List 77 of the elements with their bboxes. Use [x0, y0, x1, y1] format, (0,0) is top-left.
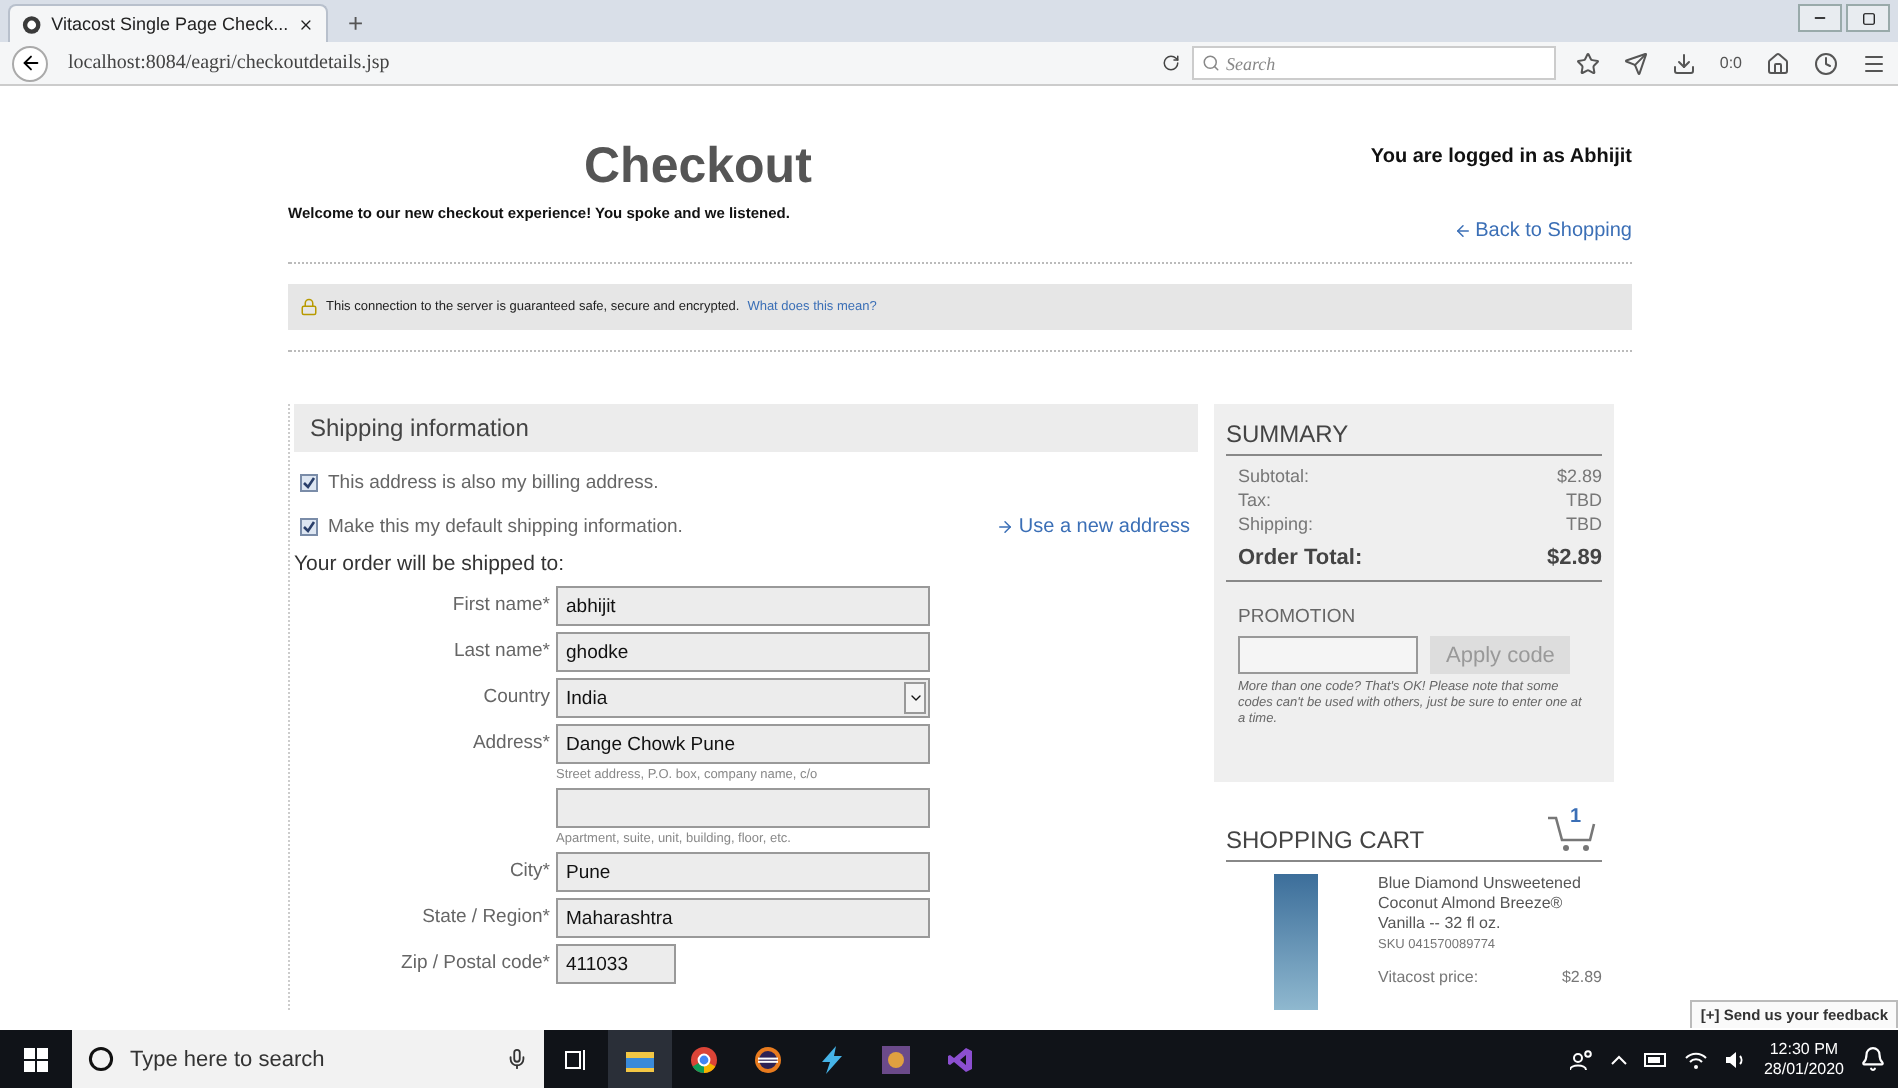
- page-title: Checkout: [584, 138, 814, 196]
- field-label: Address*: [470, 730, 550, 758]
- maximize-button[interactable]: [1846, 4, 1890, 32]
- price-label: Vitacost price:: [1378, 968, 1479, 986]
- back-arrow-icon: [19, 52, 41, 74]
- menu-icon[interactable]: [1862, 51, 1886, 75]
- notification-icon[interactable]: [1860, 1046, 1886, 1072]
- new-tab-button[interactable]: +: [336, 4, 376, 42]
- home-icon[interactable]: [1766, 51, 1790, 75]
- clock-icon[interactable]: [1814, 51, 1838, 75]
- field-label: Last name*: [451, 638, 550, 666]
- checkbox-option[interactable]: This address is also my billing address.: [300, 471, 659, 493]
- speaker-icon[interactable]: [1723, 1049, 1748, 1069]
- search-icon: [1202, 54, 1220, 72]
- input-field[interactable]: Pune: [556, 852, 930, 892]
- folder-icon[interactable]: [608, 1030, 672, 1088]
- back-to-shopping-link[interactable]: Back to Shopping: [1453, 220, 1632, 242]
- download-count: 0:0: [1719, 54, 1742, 72]
- summary-label: Tax:: [1238, 488, 1272, 512]
- summary-value: $2.89: [1556, 464, 1602, 488]
- cart-count: 1: [1570, 806, 1582, 828]
- field-label: Country: [481, 684, 550, 712]
- address-bar[interactable]: localhost:8084/eagri/checkoutdetails.jsp: [60, 46, 1180, 80]
- people-icon[interactable]: [1569, 1047, 1594, 1071]
- field-label: Zip / Postal code*: [399, 950, 550, 978]
- checkbox-option[interactable]: Make this my default shipping information.: [300, 515, 683, 537]
- promotion-heading: PROMOTION: [1238, 606, 1358, 628]
- checkbox[interactable]: [300, 517, 318, 535]
- chevron-up-icon[interactable]: [1609, 1053, 1628, 1065]
- lock-icon: [300, 298, 318, 316]
- browser-tab[interactable]: Vitacost Single Page Check...: [8, 4, 328, 42]
- login-status: You are logged in as Abhijit: [1370, 144, 1632, 172]
- summary-label: Subtotal:: [1238, 464, 1310, 488]
- circle-icon: [88, 1046, 114, 1072]
- input-field[interactable]: Maharashtra: [556, 898, 930, 938]
- back-button[interactable]: [12, 45, 48, 81]
- input-field[interactable]: 411033: [556, 944, 676, 984]
- shipping-caption: Your order will be shipped to:: [294, 552, 567, 576]
- promo-code-field[interactable]: [1238, 636, 1418, 674]
- price-value: $2.89: [1561, 968, 1602, 986]
- microphone-icon[interactable]: [506, 1048, 528, 1070]
- wifi-icon[interactable]: [1683, 1049, 1708, 1069]
- summary-heading: SUMMARY: [1226, 420, 1349, 448]
- input-field[interactable]: [556, 788, 930, 828]
- download-icon[interactable]: [1671, 51, 1696, 75]
- globe-icon: [22, 13, 42, 35]
- checkbox[interactable]: [300, 473, 318, 491]
- input-field[interactable]: ghodke: [556, 632, 930, 672]
- tab-title: Vitacost Single Page Check...: [51, 14, 289, 34]
- arrow-right-icon: [996, 517, 1015, 535]
- reload-icon[interactable]: [1162, 54, 1180, 72]
- total-value: $2.89: [1546, 546, 1602, 570]
- close-icon[interactable]: [298, 15, 314, 33]
- field-label: State / Region*: [420, 904, 550, 932]
- arrow-left-icon: [1453, 222, 1472, 240]
- taskbar-search-field[interactable]: Type here to search: [72, 1030, 544, 1088]
- search-field[interactable]: Search: [1192, 46, 1556, 80]
- product-photo-placeholder: [1274, 874, 1318, 1010]
- field-label: First name*: [450, 592, 550, 620]
- battery-icon[interactable]: [1643, 1051, 1668, 1067]
- country-select[interactable]: India: [556, 678, 930, 718]
- taskbar-clock[interactable]: 12:30 PM 28/01/2020: [1763, 1039, 1844, 1079]
- section-header: Shipping information: [294, 404, 1198, 452]
- product-name: Blue Diamond Unsweetened Coconut Almond Breeze® Vanilla -- 32 fl oz.: [1378, 874, 1583, 934]
- field-label: City*: [507, 858, 550, 886]
- windows-logo-icon: [24, 1047, 48, 1071]
- summary-label: Shipping:: [1238, 512, 1314, 536]
- input-field[interactable]: abhijit: [556, 586, 930, 626]
- total-label: Order Total:: [1238, 546, 1363, 570]
- maximize-icon: [1861, 11, 1875, 25]
- bookmark-star-icon[interactable]: [1575, 51, 1600, 75]
- input-field[interactable]: Dange Chowk Pune: [556, 724, 930, 764]
- send-icon[interactable]: [1623, 51, 1648, 75]
- summary-value: TBD: [1566, 512, 1602, 536]
- summary-value: TBD: [1566, 488, 1602, 512]
- new-address-link[interactable]: Use a new address: [996, 515, 1198, 537]
- cart-heading: SHOPPING CART: [1226, 826, 1425, 854]
